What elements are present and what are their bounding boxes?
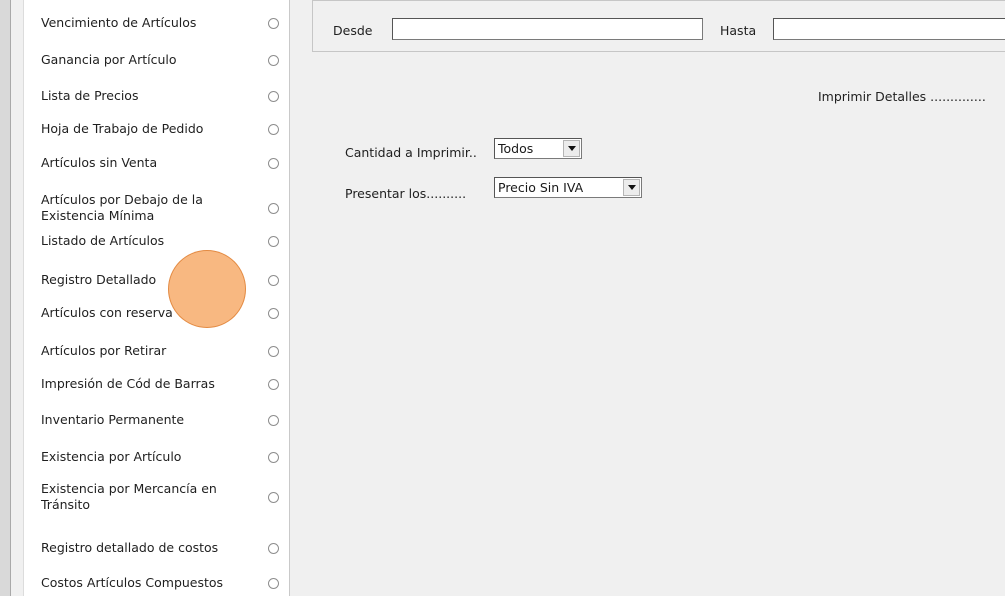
report-option-registro-detallado[interactable]: Registro Detallado — [41, 272, 286, 288]
report-option-ganancia[interactable]: Ganancia por Artículo — [41, 52, 286, 68]
radio-button[interactable] — [268, 274, 279, 286]
report-option-inventario-permanente[interactable]: Inventario Permanente — [41, 412, 286, 428]
from-date-label: Desde — [333, 23, 373, 38]
quantity-select[interactable]: Todos — [494, 138, 582, 159]
report-option-label: Inventario Permanente — [41, 412, 185, 427]
report-option-por-retirar[interactable]: Artículos por Retirar — [41, 343, 286, 359]
report-option-label: Costos Artículos Compuestos — [41, 575, 224, 590]
report-option-label: Listado de Artículos — [41, 233, 165, 248]
present-label: Presentar los.......... — [345, 186, 467, 201]
radio-button[interactable] — [268, 378, 279, 390]
report-option-label: Vencimiento de Artículos — [41, 15, 197, 30]
to-date-label: Hasta — [720, 23, 757, 38]
radio-button[interactable] — [268, 54, 279, 66]
radio-button[interactable] — [268, 451, 279, 463]
present-select-value: Precio Sin IVA — [498, 180, 584, 195]
report-option-con-reserva[interactable]: Artículos con reserva — [41, 305, 286, 321]
radio-button[interactable] — [268, 17, 279, 29]
window-edge — [0, 0, 11, 596]
radio-button[interactable] — [268, 157, 279, 169]
report-option-codigo-barras[interactable]: Impresión de Cód de Barras — [41, 376, 286, 392]
radio-button[interactable] — [268, 90, 279, 102]
dropdown-button[interactable] — [623, 179, 640, 196]
report-option-label: Ganancia por Artículo — [41, 52, 177, 67]
radio-button[interactable] — [268, 235, 279, 247]
report-option-existencia-minima[interactable]: Artículos por Debajo de la Existencia Mí… — [41, 192, 286, 224]
report-option-label: Existencia por Artículo — [41, 449, 182, 464]
radio-button[interactable] — [268, 577, 279, 589]
report-option-label: Artículos por Debajo de la Existencia Mí… — [41, 192, 203, 223]
radio-button[interactable] — [268, 542, 279, 554]
dropdown-button[interactable] — [563, 140, 580, 157]
quantity-select-value: Todos — [498, 141, 534, 156]
radio-button[interactable] — [268, 345, 279, 357]
report-option-lista-precios[interactable]: Lista de Precios — [41, 88, 286, 104]
report-option-hoja-trabajo[interactable]: Hoja de Trabajo de Pedido — [41, 121, 286, 137]
report-option-existencia-articulo[interactable]: Existencia por Artículo — [41, 449, 286, 465]
radio-button[interactable] — [268, 414, 279, 426]
report-option-registro-costos[interactable]: Registro detallado de costos — [41, 540, 286, 556]
present-select[interactable]: Precio Sin IVA — [494, 177, 642, 198]
quantity-label: Cantidad a Imprimir.. — [345, 145, 477, 160]
report-type-list: Vencimiento de Artículos Ganancia por Ar… — [23, 0, 290, 596]
report-option-costos-compuestos[interactable]: Costos Artículos Compuestos — [41, 575, 286, 591]
radio-button[interactable] — [268, 123, 279, 135]
report-option-listado[interactable]: Listado de Artículos — [41, 233, 286, 249]
report-option-label: Lista de Precios — [41, 88, 139, 103]
radio-button[interactable] — [268, 491, 279, 503]
chevron-down-icon — [567, 146, 576, 151]
chevron-down-icon — [627, 185, 636, 190]
radio-button[interactable] — [268, 202, 279, 214]
report-option-label: Hoja de Trabajo de Pedido — [41, 121, 204, 136]
report-option-mercancia-transito[interactable]: Existencia por Mercancía en Tránsito — [41, 481, 286, 513]
report-option-vencimiento[interactable]: Vencimiento de Artículos — [41, 15, 286, 31]
report-option-sin-venta[interactable]: Artículos sin Venta — [41, 155, 286, 171]
report-option-label: Registro Detallado — [41, 272, 157, 287]
report-option-label: Artículos por Retirar — [41, 343, 167, 358]
print-details-label: Imprimir Detalles .............. — [818, 89, 986, 104]
radio-button[interactable] — [268, 307, 279, 319]
from-date-input[interactable] — [392, 18, 703, 40]
report-option-label: Artículos sin Venta — [41, 155, 158, 170]
report-option-label: Artículos con reserva — [41, 305, 173, 320]
report-option-label: Existencia por Mercancía en Tránsito — [41, 481, 217, 512]
report-option-label: Registro detallado de costos — [41, 540, 219, 555]
report-option-label: Impresión de Cód de Barras — [41, 376, 215, 391]
to-date-input[interactable] — [773, 18, 1005, 40]
